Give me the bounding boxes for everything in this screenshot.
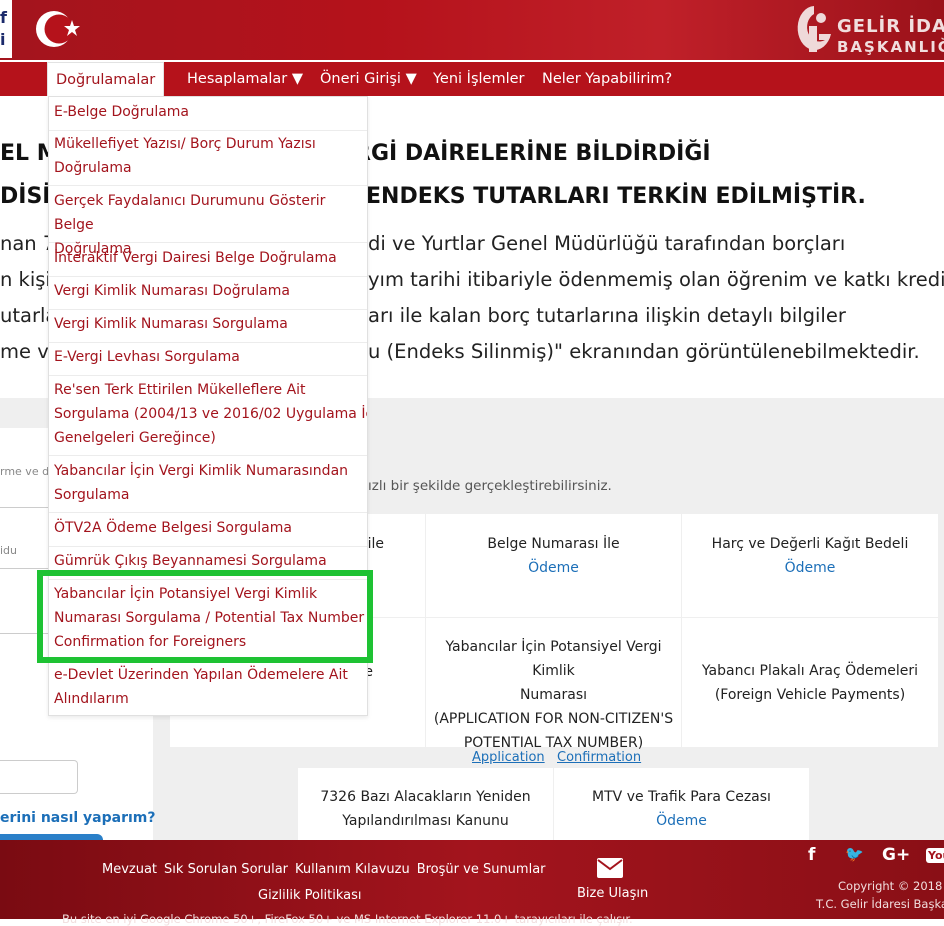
gib-logo-text-line2: BAŞKANLIĞ: [837, 38, 944, 56]
payment-cell-title-line: Numarası: [519, 687, 588, 703]
payment-link[interactable]: Ödeme: [554, 809, 809, 833]
sidebar-fragment-text2: idu: [0, 544, 18, 557]
sidebar-divider: [0, 568, 48, 569]
envelope-icon[interactable]: [597, 858, 623, 878]
nav-item-hesaplamalar[interactable]: Hesaplamalar ▼: [187, 62, 303, 96]
footer-link-kullanim[interactable]: Kullanım Kılavuzu: [295, 862, 410, 877]
nav-item-neler-yapabilirim[interactable]: Neler Yapabilirim?: [542, 62, 672, 96]
footer-link-sss[interactable]: Sık Sorulan Sorular: [164, 862, 288, 877]
payment-link[interactable]: Ödeme: [682, 556, 938, 580]
dropdown-item-label: Alındılarım: [54, 691, 129, 707]
dropdown-item-label: e-Devlet Üzerinden Yapılan Ödemelere Ait: [54, 667, 348, 683]
footer-contact-link[interactable]: Bize Ulaşın: [577, 886, 648, 901]
site-header: f i GELİR İDARE BAŞKANLIĞ: [0, 0, 944, 60]
dropdown-item-label: E-Vergi Levhası Sorgulama: [54, 349, 240, 365]
logo-text-line1: f: [0, 8, 7, 27]
payment-cell-title-line: 7326 Bazı Alacakların Yeniden: [320, 789, 531, 805]
gib-logo-text-line1: GELİR İDARE: [837, 16, 944, 37]
dropdown-item-label: ÖTV2A Ödeme Belgesi Sorgulama: [54, 520, 292, 536]
payment-cell-title-line: Yabancı Plakalı Araç Ödemeleri: [701, 663, 919, 679]
dropdown-item-resen-terk[interactable]: Re'sen Terk Ettirilen Mükelleflere Ait So…: [49, 378, 367, 456]
dropdown-item-label: Vergi Kimlik Numarası Sorgulama: [54, 316, 288, 332]
footer-link-privacy[interactable]: Gizlilik Politikası: [258, 888, 362, 903]
dropdown-item-e-vergi-levhasi[interactable]: E-Vergi Levhası Sorgulama: [49, 345, 367, 376]
confirmation-link[interactable]: Confirmation: [557, 750, 641, 765]
dropdown-item-otv2a[interactable]: ÖTV2A Ödeme Belgesi Sorgulama: [49, 516, 367, 547]
payment-cell-harc[interactable]: Harç ve Değerli Kağıt Bedeli Ödeme: [682, 514, 938, 617]
dropdown-item-label: İnteraktif Vergi Dairesi Belge Doğrulama: [54, 250, 337, 266]
dropdown-item-label: Genelgeleri Gereğince): [54, 430, 216, 446]
payment-cell-mtv[interactable]: MTV ve Trafik Para Cezası Ödeme: [554, 768, 809, 840]
nav-item-dogrulamalar[interactable]: Doğrulamalar: [47, 62, 165, 96]
payment-cell-title-line: (APPLICATION FOR NON-CITIZEN'S: [433, 711, 674, 727]
main-nav: Doğrulamalar Hesaplamalar ▼ Öneri Girişi…: [0, 62, 944, 96]
site-logo-partial[interactable]: f i: [0, 0, 12, 58]
payment-cell-title-line: POTENTIAL TAX NUMBER): [463, 735, 644, 751]
facebook-icon[interactable]: f: [808, 845, 815, 865]
announcement-title-line2-right: ENDEKS TUTARLARI TERKİN EDİLMİŞTİR.: [366, 184, 866, 209]
logo-text-line2: i: [0, 30, 6, 49]
flag-crescent-icon: [36, 11, 80, 47]
announcement-text-line1-right: di ve Yurtlar Genel Müdürlüğü tarafından…: [368, 232, 846, 255]
dropdown-item-yabancilar-vkn[interactable]: Yabancılar İçin Vergi Kimlik Numarasında…: [49, 459, 367, 513]
dropdown-item-vkn-dogrulama[interactable]: Vergi Kimlik Numarası Doğrulama: [49, 279, 367, 310]
payment-cell-foreign-vehicle[interactable]: Yabancı Plakalı Araç Ödemeleri (Foreign …: [682, 618, 938, 747]
payments-intro-text: ızlı bir şekilde gerçekleştirebilirsiniz…: [368, 478, 612, 494]
nav-item-yeni-islemler[interactable]: Yeni İşlemler: [433, 62, 525, 96]
payment-cell-title-line: Yabancılar İçin Potansiyel Vergi Kimlik: [445, 639, 662, 679]
announcement-title-line1-right: RGİ DAİRELERİNE BİLDİRDİĞİ: [354, 141, 711, 166]
payment-cell-title-line: Yapılandırılması Kanunu: [342, 813, 509, 829]
dropdown-item-label: Mükellefiyet Yazısı/ Borç Durum Yazısı: [54, 136, 316, 152]
dropdown-item-vkn-sorgulama[interactable]: Vergi Kimlik Numarası Sorgulama: [49, 312, 367, 343]
dropdown-item-label: Vergi Kimlik Numarası Doğrulama: [54, 283, 290, 299]
dropdown-item-e-belge[interactable]: E-Belge Doğrulama: [49, 100, 367, 131]
footer-copyright: Copyright © 2018: [838, 879, 943, 893]
site-footer: [0, 840, 944, 919]
dropdown-item-label: Sorgulama: [54, 487, 130, 503]
dropdown-item-label: Re'sen Terk Ettirilen Mükelleflere Ait: [54, 382, 306, 398]
payment-cell-7326-law[interactable]: 7326 Bazı Alacakların Yeniden Yapılandır…: [298, 768, 553, 840]
payment-cell-potential-tax[interactable]: Yabancılar İçin Potansiyel Vergi Kimlik …: [426, 618, 681, 751]
payment-cell-title-line: (Foreign Vehicle Payments): [714, 687, 906, 703]
payment-cell-title: MTV ve Trafik Para Cezası: [592, 789, 771, 805]
dropdown-item-label: Sorgulama (2004/13 ve 2016/02 Uygulama İ…: [54, 406, 367, 422]
gib-logo[interactable]: GELİR İDARE BAŞKANLIĞ: [795, 4, 944, 56]
dropdown-item-label: Gerçek Faydalanıcı Durumunu Gösterir Bel…: [54, 193, 326, 233]
sidebar-divider: [0, 507, 48, 508]
sidebar-help-link[interactable]: erini nasıl yaparım?: [0, 810, 156, 826]
payment-link[interactable]: Ödeme: [426, 556, 681, 580]
dropdown-item-label: Doğrulama: [54, 160, 132, 176]
announcement-text-line2-right: yım tarihi itibariyle ödenmemiş olan öğr…: [368, 268, 944, 291]
announcement-title-line2-left: DİSİ: [0, 184, 51, 209]
google-plus-icon[interactable]: G+: [882, 845, 910, 865]
payment-cell-title: Harç ve Değerli Kağıt Bedeli: [711, 536, 909, 552]
dropdown-item-mukellefiyet[interactable]: Mükellefiyet Yazısı/ Borç Durum Yazısı Do…: [49, 132, 367, 186]
nav-item-oneri-girisi[interactable]: Öneri Girişi ▼: [320, 62, 417, 96]
footer-links: Mevzuat Sık Sorulan Sorular Kullanım Kılav…: [102, 862, 553, 877]
highlight-box: [37, 570, 373, 663]
footer-link-mevzuat[interactable]: Mevzuat: [102, 862, 157, 877]
dropdown-item-label: Yabancılar İçin Vergi Kimlik Numarasında…: [54, 463, 349, 479]
sidebar-input[interactable]: [0, 760, 78, 794]
footer-link-brosur[interactable]: Broşür ve Sunumlar: [417, 862, 546, 877]
footer-org-name: T.C. Gelir İdaresi Başkanlığı: [816, 897, 944, 911]
dropdown-item-gercek-faydalanici[interactable]: Gerçek Faydalanıcı Durumunu Gösterir Bel…: [49, 189, 367, 257]
footer-browser-note: Bu site en iyi Google Chrome 50+, FireFo…: [62, 912, 633, 926]
youtube-icon[interactable]: You: [926, 848, 944, 863]
payment-cell-title: Belge Numarası İle: [487, 536, 620, 552]
gib-emblem-icon: [797, 6, 831, 52]
dropdown-item-e-devlet[interactable]: e-Devlet Üzerinden Yapılan Ödemelere Ait…: [49, 663, 367, 715]
dropdown-item-interaktif[interactable]: İnteraktif Vergi Dairesi Belge Doğrulama: [49, 246, 367, 277]
application-link[interactable]: Application: [472, 750, 545, 765]
payment-cell-belge-numarasi[interactable]: Belge Numarası İle Ödeme: [426, 514, 681, 617]
announcement-text-line4-right: u (Endeks Silinmiş)" ekranından görüntül…: [368, 340, 920, 363]
twitter-icon[interactable]: 🐦: [845, 845, 864, 863]
announcement-text-line3-right: arı ile kalan borç tutarlarına ilişkin d…: [368, 304, 846, 327]
dropdown-item-label: E-Belge Doğrulama: [54, 104, 190, 120]
